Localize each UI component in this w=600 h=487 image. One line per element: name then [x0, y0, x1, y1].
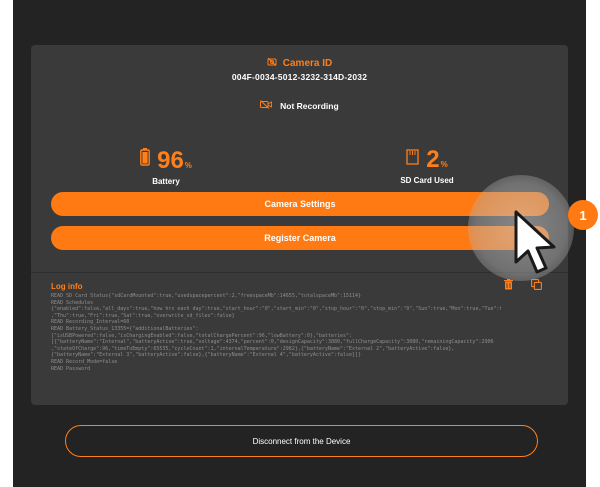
camera-id-title: Camera ID: [31, 57, 568, 69]
log-line: {"enabled":false,"all_days":true,"how hr…: [51, 306, 501, 313]
log-line: ,"Thu":true,"Fri":true,"Sat":true,"overw…: [51, 312, 235, 319]
log-actions: [504, 279, 542, 293]
log-line: [{"batteryName":"Internal","batteryActiv…: [51, 339, 494, 346]
disconnect-button[interactable]: Disconnect from the Device: [65, 425, 538, 457]
log-line: READ Password: [51, 365, 91, 372]
step-badge: 1: [568, 200, 598, 230]
trash-icon[interactable]: [504, 279, 513, 293]
log-line: READ Schedules: [51, 299, 94, 306]
mouse-pointer-icon: [512, 210, 560, 281]
camera-off-icon: [267, 57, 277, 69]
log-line: ["isUSBPowered":false,"isChargingEnabled…: [51, 332, 353, 339]
copy-icon[interactable]: [531, 279, 542, 293]
log-lines: READ SD Card Status{"sdCardMounted":true…: [51, 293, 501, 372]
recording-status: Not Recording: [31, 100, 568, 112]
video-off-icon: [260, 100, 275, 112]
battery-unit: %: [184, 161, 192, 170]
log-line: READ Recording_Interval=60: [51, 319, 130, 326]
log-panel: Log info READ SD Card Status{"sdCardMoun…: [31, 272, 568, 405]
log-line: ,"stateOfCharge":96,"timeToEmpty":65535,…: [51, 345, 455, 352]
camera-id-label: Camera ID: [282, 58, 333, 69]
recording-status-label: Not Recording: [280, 101, 339, 111]
battery-label: Battery: [152, 177, 180, 186]
camera-id-value: 004F-0034-5012-3232-314D-2032: [231, 72, 368, 82]
sd-card-icon: [406, 149, 424, 169]
log-line: READ Battery_Status_13355={"additionalBa…: [51, 325, 199, 332]
sd-card-label: SD Card Used: [400, 176, 454, 185]
log-line: READ SD Card Status{"sdCardMounted":true…: [51, 293, 362, 299]
sd-card-stat: 2% SD Card Used: [387, 146, 467, 186]
log-title: Log info: [51, 282, 83, 291]
log-line: READ Record_Mode=false: [51, 358, 118, 365]
sd-card-unit: %: [440, 160, 448, 169]
battery-icon: [140, 148, 155, 170]
battery-value: 96: [157, 147, 184, 174]
battery-stat: 96% Battery: [126, 148, 206, 186]
sd-card-value: 2: [426, 146, 440, 173]
log-line: {"batteryName":"External 3","batteryActi…: [51, 352, 362, 359]
